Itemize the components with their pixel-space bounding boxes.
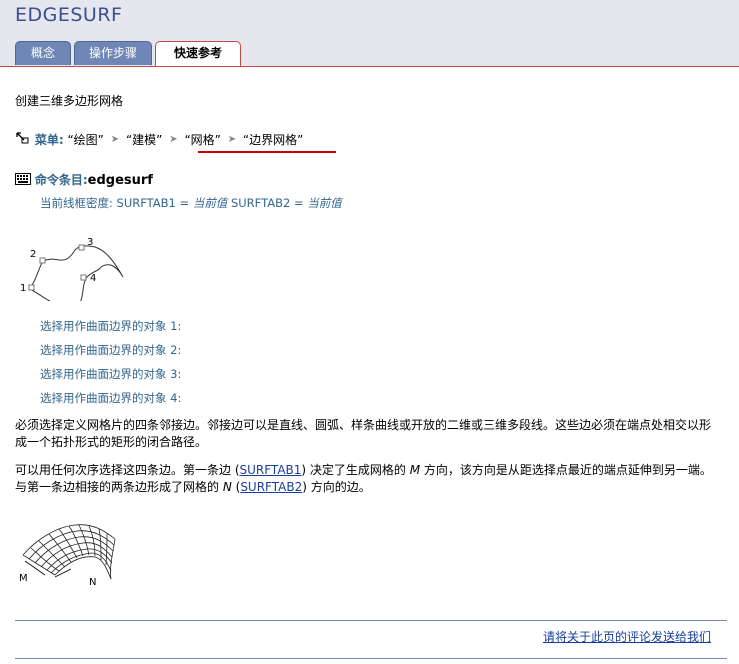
menu-item-modeling: “建模” [125,133,163,147]
arrow-right-icon: ➤ [169,134,178,145]
boundary-edges-figure: 1 2 3 4 [20,237,124,301]
menu-icon [15,131,31,148]
menu-item-draw: “绘图” [67,133,104,147]
tab-concepts[interactable]: 概念 [15,41,71,65]
para2-text-1: 可以用任何次序选择这四条边。第一条边 ( [15,463,240,477]
menu-item-edge-mesh: “边界网格” [242,133,304,147]
para2-text-2: ) 决定了生成网格的 [301,463,410,477]
figure1-label-1: 1 [20,283,26,294]
arrow-right-icon: ➤ [110,134,120,145]
m-direction: M [409,463,421,477]
mesh-label-m: M [19,573,28,584]
menu-label: 菜单: [34,133,64,147]
surftab1-link[interactable]: SURFTAB1 [240,463,302,477]
density-mid: SURFTAB2 = [227,196,308,210]
prompt-edge-4: 选择用作曲面边界的对象 4: [40,391,182,405]
command-label: 命令条目: [34,173,88,187]
prompt-edge-1: 选择用作曲面边界的对象 1: [40,319,182,333]
arrow-right-icon: ➤ [227,134,237,145]
feedback-link[interactable]: 请将关于此页的评论发送给我们 [543,628,711,645]
paragraph-edges: 必须选择定义网格片的四条邻接边。邻接边可以是直线、圆弧、样条曲线或开放的二维或三… [15,418,712,449]
figure1-label-3: 3 [87,237,93,248]
mesh-figure: M N [19,524,116,587]
command-name: edgesurf [87,173,153,188]
prompt-edge-3: 选择用作曲面边界的对象 3: [40,367,182,381]
header-bar: EDGESURF 概念 操作步骤 快速参考 [0,0,739,67]
tab-quick-reference[interactable]: 快速参考 [155,41,241,67]
figure1-label-2: 2 [30,249,36,260]
mesh-label-n: N [89,577,96,587]
menu-highlight-underline [198,151,336,153]
menu-path: 菜单: “绘图” ➤ “建模” ➤ “网格” ➤ “边界网格” [15,131,303,149]
density-value-1: 当前值 [192,196,228,210]
para2-text-5: ) 方向的边。 [302,480,371,494]
surftab2-link[interactable]: SURFTAB2 [240,480,302,494]
density-prefix: 当前线框密度: SURFTAB1 = [40,196,193,210]
header-divider [0,66,739,67]
intro-text: 创建三维多边形网格 [15,94,124,108]
tab-procedures[interactable]: 操作步骤 [74,41,152,65]
keyboard-icon [15,173,31,188]
footer-divider-bottom [15,658,727,659]
prompt-edge-2: 选择用作曲面边界的对象 2: [40,343,182,357]
footer-divider-top [15,620,727,621]
n-direction: N [222,480,232,494]
paragraph-order: 可以用任何次序选择这四条边。第一条边 (SURFTAB1) 决定了生成网格的 M… [15,462,720,496]
figure1-label-4: 4 [90,273,96,284]
page-title: EDGESURF [15,4,123,26]
menu-item-mesh: “网格” [184,133,221,147]
command-entry: 命令条目:edgesurf [15,171,153,188]
density-value-2: 当前值 [307,196,342,210]
density-line: 当前线框密度: SURFTAB1 = 当前值 SURFTAB2 = 当前值 [40,195,342,211]
